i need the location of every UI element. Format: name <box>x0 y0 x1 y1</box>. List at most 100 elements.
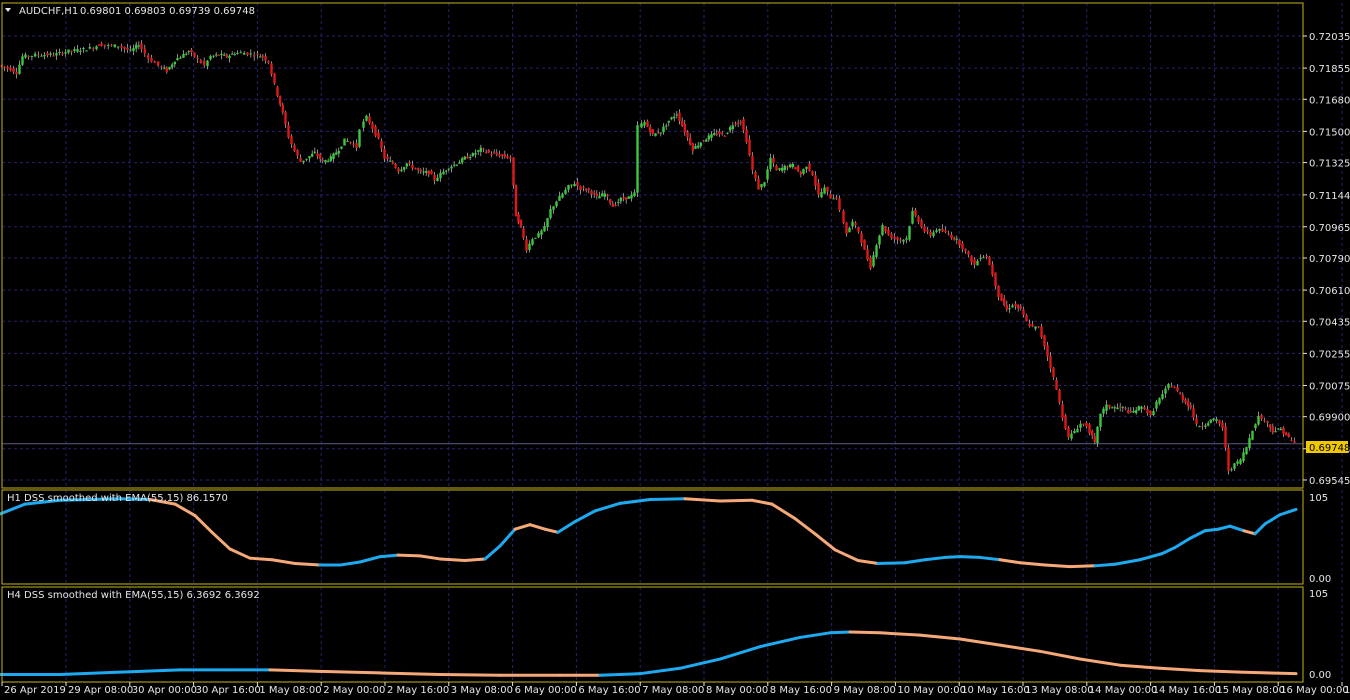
candle-body <box>832 198 835 200</box>
candle-body <box>1093 436 1097 443</box>
candle-body <box>346 140 349 142</box>
time-tick-label: 26 Apr 2019 <box>4 685 66 696</box>
candle-body <box>1201 425 1204 427</box>
candle-body <box>997 285 1000 297</box>
candle-body <box>794 167 797 170</box>
candle-body <box>1008 308 1011 310</box>
candle-body <box>193 52 196 57</box>
candle-body <box>447 168 451 170</box>
h4-dss-segment <box>438 672 502 677</box>
candle-body <box>742 119 745 131</box>
candle-body <box>165 67 169 72</box>
candle-body <box>905 238 908 240</box>
candle-body <box>947 233 950 235</box>
candle-body <box>1058 389 1061 403</box>
candle-body <box>890 233 893 238</box>
candle-body <box>929 232 932 236</box>
candle-body <box>273 73 276 84</box>
candle-body <box>670 117 673 120</box>
h4-dss-segment <box>1038 649 1082 661</box>
candle-body <box>343 138 346 146</box>
h1-dss-segment <box>270 558 297 566</box>
candle-body <box>1134 410 1138 414</box>
candle-body <box>52 55 55 57</box>
candle-body <box>802 169 805 174</box>
symbol-label: AUDCHF,H1 <box>19 6 78 17</box>
candle-body <box>826 186 829 192</box>
candle-body <box>316 153 319 157</box>
h1-dss-segment <box>418 554 442 561</box>
candle-body <box>1140 406 1143 409</box>
candle-body <box>1178 392 1182 395</box>
candle-body <box>982 257 985 259</box>
collapse-triangle-icon[interactable] <box>5 8 11 12</box>
current-price-tag: 0.69748 <box>1306 441 1350 454</box>
candle-body <box>923 226 926 232</box>
price-tick-label: 0.70435 <box>1309 317 1350 328</box>
price-tick-label: 0.70075 <box>1309 381 1350 392</box>
h1-dss-segment <box>1018 561 1047 567</box>
candle-body <box>1215 419 1218 421</box>
candle-body <box>249 53 253 55</box>
candle-body <box>893 236 896 239</box>
candle-body <box>293 145 296 152</box>
candle-body <box>760 184 763 188</box>
candle-body <box>1245 447 1248 455</box>
candle-body <box>1146 409 1149 413</box>
candle-body <box>1155 401 1158 409</box>
candle-body <box>611 203 615 207</box>
candle-body <box>579 186 582 190</box>
candle-body <box>471 153 475 157</box>
candle-body <box>985 255 988 257</box>
candle-body <box>1221 422 1224 428</box>
candle-body <box>276 86 279 96</box>
candle-body <box>474 153 477 155</box>
candle-body <box>267 60 270 63</box>
candle-body <box>688 137 692 145</box>
candle-body <box>736 122 740 124</box>
h1-dss-segment <box>0 502 27 516</box>
ohlc-values: 0.69801 0.69803 0.69739 0.69748 <box>80 6 255 17</box>
candle-body <box>561 193 564 198</box>
candle-body <box>567 185 570 190</box>
candle-body <box>902 239 905 242</box>
candle-body <box>1031 324 1034 327</box>
candle-body <box>256 53 259 55</box>
candle-body <box>546 218 549 227</box>
candle-body <box>555 201 558 207</box>
candle-body <box>1049 356 1052 369</box>
candle-body <box>537 233 540 238</box>
h1-dss-segment <box>210 530 232 551</box>
candle-body <box>805 166 808 169</box>
candle-body <box>129 49 132 51</box>
candle-body <box>659 132 663 134</box>
candle-body <box>640 123 643 128</box>
candle-body <box>896 237 899 240</box>
candle-body <box>1184 399 1187 403</box>
candle-body <box>349 142 352 144</box>
h1-dss-segment <box>876 561 907 566</box>
trading-chart[interactable]: 0.72035 0.71855 0.71680 0.71500 0.71325 0.711… <box>0 0 1350 700</box>
candle-body <box>1064 415 1067 430</box>
candle-body <box>236 52 239 54</box>
h1-dss-segment <box>1228 524 1246 533</box>
candle-body <box>619 197 623 202</box>
candle-body <box>860 232 863 243</box>
candle-body <box>15 71 18 75</box>
h1-dss-title: H1 DSS smoothed with EMA(55,15) 86.1570 <box>7 493 228 504</box>
candle-body <box>383 148 386 159</box>
h4-dss-segment <box>378 671 442 676</box>
h1-dss-segment <box>793 517 817 536</box>
candle-body <box>917 216 920 222</box>
candle-body <box>654 133 657 137</box>
candle-body <box>106 44 110 46</box>
candle-body <box>1279 428 1283 431</box>
h4-dss-segment <box>958 637 1002 647</box>
candle-body <box>778 168 781 170</box>
candle-body <box>1052 367 1055 378</box>
candle-body <box>955 238 959 240</box>
candle-body <box>230 53 234 55</box>
candle-body <box>1102 408 1105 414</box>
candle-body <box>842 210 845 224</box>
candle-body <box>914 209 917 216</box>
